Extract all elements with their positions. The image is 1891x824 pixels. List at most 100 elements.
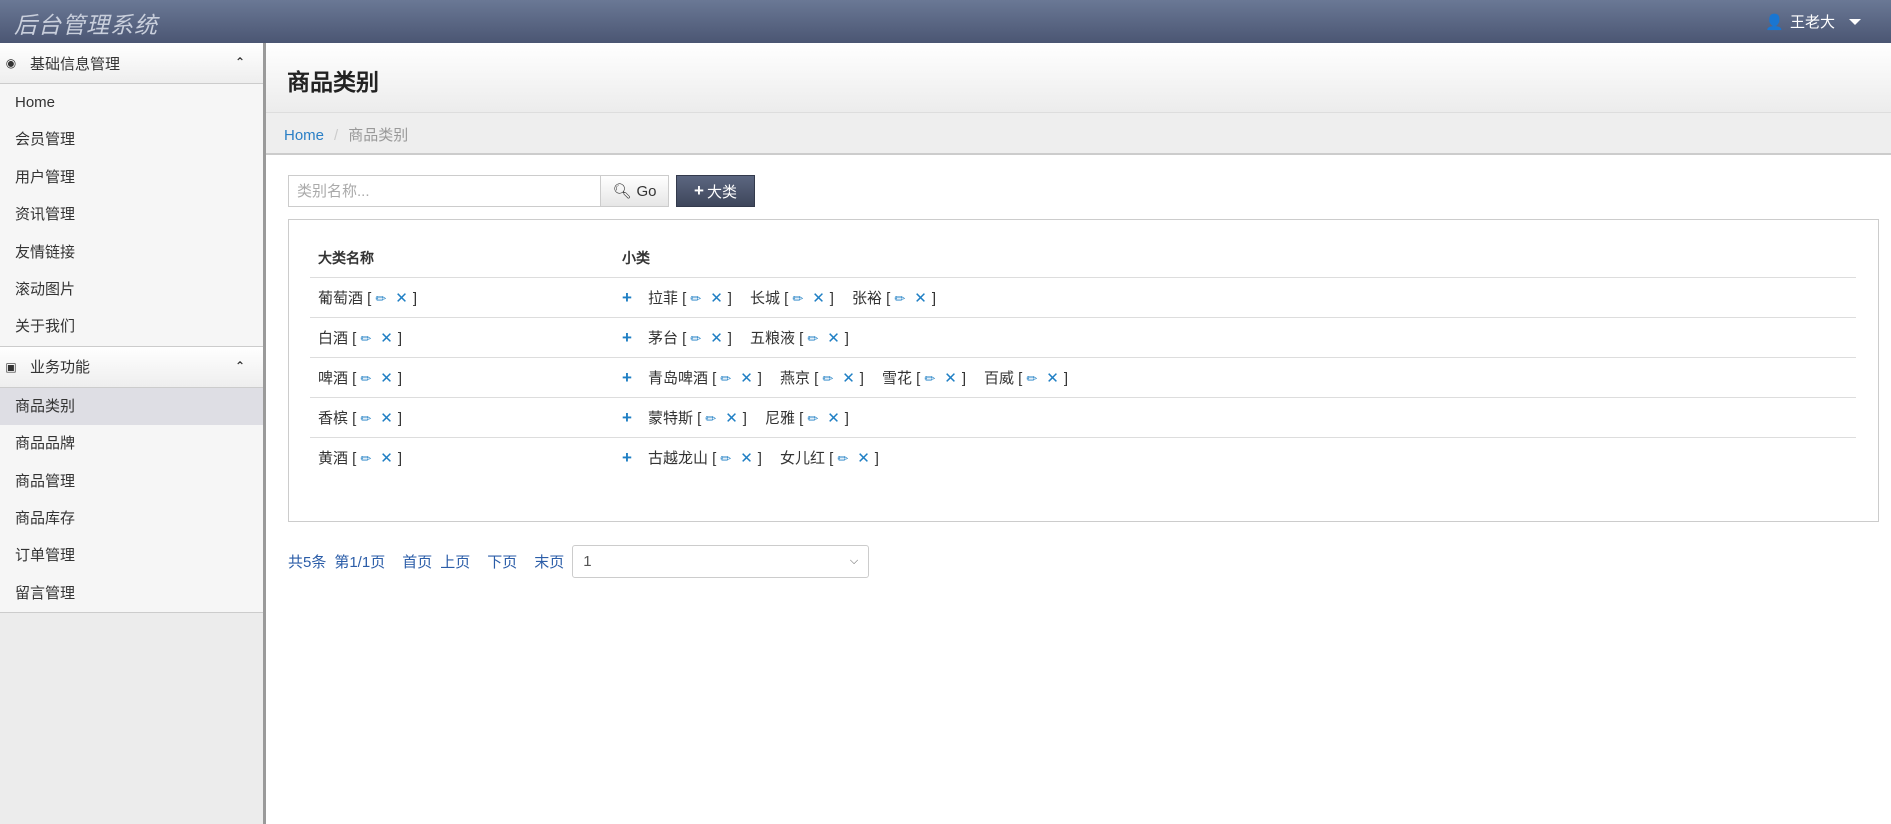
user-menu[interactable]: 👤 王老大 (1765, 11, 1861, 32)
delete-icon[interactable]: ✕ (914, 290, 927, 307)
sidebar-item[interactable]: 会员管理 (0, 121, 263, 158)
sidebar-item[interactable]: 订单管理 (0, 537, 263, 574)
prev-page-link[interactable]: 上页 (440, 551, 470, 572)
add-subcategory-icon[interactable]: + (622, 368, 632, 387)
sidebar-item[interactable]: 用户管理 (0, 159, 263, 196)
delete-icon[interactable]: ✕ (725, 410, 738, 427)
delete-icon[interactable]: ✕ (842, 370, 855, 387)
category-cell: 黄酒 [✏︎ ✕] (310, 437, 614, 477)
add-subcategory-icon[interactable]: + (622, 448, 632, 467)
search-icon: 🔍︎ (612, 183, 632, 200)
sidebar-item[interactable]: 商品管理 (0, 463, 263, 500)
last-page-link[interactable]: 末页 (534, 551, 564, 572)
subcategory-item: 张裕 [✏︎ ✕] (852, 290, 936, 307)
bracket-open: [ (692, 409, 702, 427)
delete-icon[interactable]: ✕ (944, 370, 957, 387)
edit-icon[interactable]: ✏︎ (360, 411, 371, 426)
delete-icon[interactable]: ✕ (710, 330, 723, 347)
next-page-link[interactable]: 下页 (487, 551, 517, 572)
delete-icon[interactable]: ✕ (827, 330, 840, 347)
edit-icon[interactable]: ✏︎ (837, 451, 848, 466)
bracket-close: ] (757, 449, 762, 467)
edit-icon[interactable]: ✏︎ (360, 371, 371, 386)
subcategory-item: 拉菲 [✏︎ ✕] (648, 290, 732, 307)
sidebar-item[interactable]: Home (0, 84, 263, 121)
edit-icon[interactable]: ✏︎ (1026, 371, 1037, 386)
subcategory-item: 燕京 [✏︎ ✕] (780, 370, 864, 387)
subcategory-name: 百威 (983, 369, 1014, 387)
edit-icon[interactable]: ✏︎ (807, 411, 818, 426)
sidebar-item[interactable]: 商品类别 (0, 387, 263, 426)
add-label: 大类 (706, 183, 737, 201)
subcategory-name: 女儿红 (779, 449, 825, 467)
delete-icon[interactable]: ✕ (1046, 370, 1059, 387)
edit-icon[interactable]: ✏︎ (360, 331, 371, 346)
category-name: 香槟 (318, 409, 349, 427)
bracket-open: [ (794, 409, 804, 427)
column-header-name: 大类名称 (310, 240, 614, 278)
delete-icon[interactable]: ✕ (380, 370, 393, 387)
sidebar-group-business[interactable]: ▣ 业务功能 ⌃ (0, 346, 263, 388)
delete-icon[interactable]: ✕ (812, 290, 825, 307)
delete-icon[interactable]: ✕ (380, 410, 393, 427)
category-cell: 白酒 [✏︎ ✕] (310, 317, 614, 358)
edit-icon[interactable]: ✏︎ (690, 291, 701, 306)
edit-icon[interactable]: ✏︎ (690, 331, 701, 346)
sidebar-item[interactable]: 关于我们 (0, 308, 263, 345)
category-name: 葡萄酒 (318, 289, 364, 307)
plus-icon: + (694, 181, 704, 200)
edit-icon[interactable]: ✏︎ (807, 331, 818, 346)
search-input[interactable] (288, 175, 601, 207)
go-button[interactable]: 🔍︎ Go (601, 175, 669, 207)
bracket-open: [ (779, 289, 789, 307)
subcategory-item: 长城 [✏︎ ✕] (750, 290, 834, 307)
sidebar-item[interactable]: 友情链接 (0, 234, 263, 271)
delete-icon[interactable]: ✕ (710, 290, 723, 307)
bracket-open: [ (707, 449, 717, 467)
edit-icon[interactable]: ✏︎ (720, 451, 731, 466)
delete-icon[interactable]: ✕ (395, 290, 408, 307)
page-select[interactable]: 1 ⌵ (572, 545, 870, 578)
delete-icon[interactable]: ✕ (827, 410, 840, 427)
bracket-close: ] (397, 369, 403, 387)
pagination: 共5条 第1/1页 首页 上页 下页 末页 1 ⌵ (288, 545, 870, 578)
chevron-up-icon: ⌃ (234, 55, 245, 69)
add-subcategory-icon[interactable]: + (622, 288, 632, 307)
subcategory-item: 百威 [✏︎ ✕] (984, 370, 1068, 387)
delete-icon[interactable]: ✕ (380, 450, 393, 467)
breadcrumb-home[interactable]: Home (284, 127, 324, 144)
sidebar-item[interactable]: 商品品牌 (0, 425, 263, 462)
breadcrumb-separator: / (334, 127, 339, 144)
subcategory-item: 蒙特斯 [✏︎ ✕] (648, 410, 747, 427)
edit-icon[interactable]: ✏︎ (705, 411, 716, 426)
edit-icon[interactable]: ✏︎ (720, 371, 731, 386)
bracket-close: ] (757, 369, 762, 387)
delete-icon[interactable]: ✕ (740, 370, 753, 387)
edit-icon[interactable]: ✏︎ (822, 371, 833, 386)
delete-icon[interactable]: ✕ (740, 450, 753, 467)
sidebar-group-basic[interactable]: ◉ 基础信息管理 ⌃ (0, 43, 263, 84)
add-subcategory-icon[interactable]: + (622, 328, 632, 347)
delete-icon[interactable]: ✕ (380, 330, 393, 347)
brand-title: 后台管理系统 (14, 12, 158, 38)
sidebar-item[interactable]: 资讯管理 (0, 196, 263, 233)
sidebar-item[interactable]: 商品库存 (0, 500, 263, 537)
table-row: 葡萄酒 [✏︎ ✕] + 拉菲 [✏︎ ✕] 长城 [✏︎ ✕] 张裕 [✏︎ ✕] (310, 277, 1856, 318)
add-category-button[interactable]: + 大类 (676, 175, 755, 207)
edit-icon[interactable]: ✏︎ (360, 451, 371, 466)
add-subcategory-icon[interactable]: + (622, 408, 632, 427)
page-select-value: 1 (583, 553, 592, 570)
subcategory-item: 青岛啤酒 [✏︎ ✕] (648, 370, 762, 387)
edit-icon[interactable]: ✏︎ (375, 291, 386, 306)
page-indicator: 第1/1页 (334, 554, 386, 571)
subcategory-cell: + 青岛啤酒 [✏︎ ✕] 燕京 [✏︎ ✕] 雪花 [✏︎ ✕] 百威 [✏︎ ✕] (614, 357, 1856, 398)
edit-icon[interactable]: ✏︎ (924, 371, 935, 386)
category-cell: 香槟 [✏︎ ✕] (310, 397, 614, 438)
edit-icon[interactable]: ✏︎ (792, 291, 803, 306)
first-page-link[interactable]: 首页 (402, 551, 432, 572)
edit-icon[interactable]: ✏︎ (894, 291, 905, 306)
sidebar-item[interactable]: 滚动图片 (0, 271, 263, 308)
delete-icon[interactable]: ✕ (857, 450, 870, 467)
subcategory-item: 尼雅 [✏︎ ✕] (765, 410, 849, 427)
sidebar-item[interactable]: 留言管理 (0, 575, 263, 612)
